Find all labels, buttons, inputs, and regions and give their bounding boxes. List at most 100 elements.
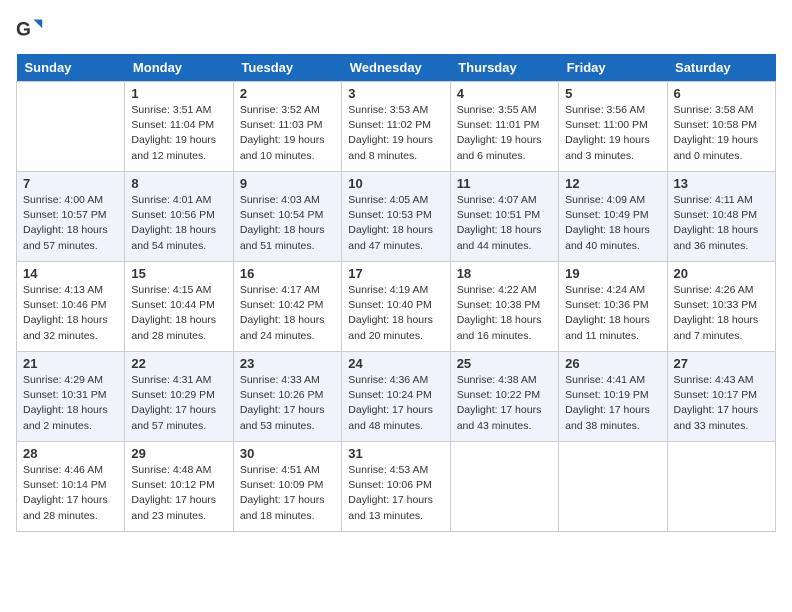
calendar-cell: [17, 82, 125, 172]
calendar-cell: 22 Sunrise: 4:31 AM Sunset: 10:29 PM Dayl…: [125, 352, 233, 442]
header-saturday: Saturday: [667, 54, 775, 82]
day-info: Sunrise: 4:05 AM Sunset: 10:53 PM Daylig…: [348, 193, 443, 254]
calendar-cell: 9 Sunrise: 4:03 AM Sunset: 10:54 PM Dayli…: [233, 172, 341, 262]
calendar-week-4: 21 Sunrise: 4:29 AM Sunset: 10:31 PM Dayl…: [17, 352, 776, 442]
day-info: Sunrise: 4:31 AM Sunset: 10:29 PM Daylig…: [131, 373, 226, 434]
calendar-cell: 20 Sunrise: 4:26 AM Sunset: 10:33 PM Dayl…: [667, 262, 775, 352]
day-number: 12: [565, 176, 660, 191]
calendar-cell: 23 Sunrise: 4:33 AM Sunset: 10:26 PM Dayl…: [233, 352, 341, 442]
day-info: Sunrise: 4:46 AM Sunset: 10:14 PM Daylig…: [23, 463, 118, 524]
logo: G: [16, 16, 48, 44]
day-number: 3: [348, 86, 443, 101]
calendar-table: SundayMondayTuesdayWednesdayThursdayFrid…: [16, 54, 776, 532]
calendar-week-1: 1Sunrise: 3:51 AM Sunset: 11:04 PM Dayli…: [17, 82, 776, 172]
calendar-cell: 14Sunrise: 4:13 AM Sunset: 10:46 PM Dayl…: [17, 262, 125, 352]
day-info: Sunrise: 4:38 AM Sunset: 10:22 PM Daylig…: [457, 373, 552, 434]
day-number: 2: [240, 86, 335, 101]
calendar-header: SundayMondayTuesdayWednesdayThursdayFrid…: [17, 54, 776, 82]
calendar-cell: 17 Sunrise: 4:19 AM Sunset: 10:40 PM Dayl…: [342, 262, 450, 352]
day-info: Sunrise: 4:11 AM Sunset: 10:48 PM Daylig…: [674, 193, 769, 254]
day-info: Sunrise: 3:56 AM Sunset: 11:00 PM Daylig…: [565, 103, 660, 164]
calendar-week-2: 7Sunrise: 4:00 AM Sunset: 10:57 PM Dayli…: [17, 172, 776, 262]
day-info: Sunrise: 4:03 AM Sunset: 10:54 PM Daylig…: [240, 193, 335, 254]
header-thursday: Thursday: [450, 54, 558, 82]
day-number: 17: [348, 266, 443, 281]
day-number: 23: [240, 356, 335, 371]
calendar-cell: [450, 442, 558, 532]
day-info: Sunrise: 4:07 AM Sunset: 10:51 PM Daylig…: [457, 193, 552, 254]
header-tuesday: Tuesday: [233, 54, 341, 82]
day-info: Sunrise: 4:36 AM Sunset: 10:24 PM Daylig…: [348, 373, 443, 434]
day-number: 18: [457, 266, 552, 281]
day-info: Sunrise: 4:33 AM Sunset: 10:26 PM Daylig…: [240, 373, 335, 434]
calendar-cell: 7Sunrise: 4:00 AM Sunset: 10:57 PM Dayli…: [17, 172, 125, 262]
calendar-cell: 30Sunrise: 4:51 AM Sunset: 10:09 PM Dayl…: [233, 442, 341, 532]
day-info: Sunrise: 3:52 AM Sunset: 11:03 PM Daylig…: [240, 103, 335, 164]
day-number: 21: [23, 356, 118, 371]
day-info: Sunrise: 4:41 AM Sunset: 10:19 PM Daylig…: [565, 373, 660, 434]
day-number: 1: [131, 86, 226, 101]
calendar-cell: [559, 442, 667, 532]
day-number: 8: [131, 176, 226, 191]
calendar-cell: 27 Sunrise: 4:43 AM Sunset: 10:17 PM Dayl…: [667, 352, 775, 442]
calendar-cell: 13 Sunrise: 4:11 AM Sunset: 10:48 PM Dayl…: [667, 172, 775, 262]
day-number: 14: [23, 266, 118, 281]
day-number: 19: [565, 266, 660, 281]
day-number: 16: [240, 266, 335, 281]
calendar-cell: [667, 442, 775, 532]
day-info: Sunrise: 4:17 AM Sunset: 10:42 PM Daylig…: [240, 283, 335, 344]
day-number: 25: [457, 356, 552, 371]
calendar-cell: 26 Sunrise: 4:41 AM Sunset: 10:19 PM Dayl…: [559, 352, 667, 442]
calendar-cell: 3 Sunrise: 3:53 AM Sunset: 11:02 PM Dayli…: [342, 82, 450, 172]
calendar-cell: 16 Sunrise: 4:17 AM Sunset: 10:42 PM Dayl…: [233, 262, 341, 352]
day-number: 5: [565, 86, 660, 101]
day-number: 22: [131, 356, 226, 371]
calendar-cell: 29Sunrise: 4:48 AM Sunset: 10:12 PM Dayl…: [125, 442, 233, 532]
svg-text:G: G: [16, 19, 31, 40]
day-number: 9: [240, 176, 335, 191]
header-row: SundayMondayTuesdayWednesdayThursdayFrid…: [17, 54, 776, 82]
day-info: Sunrise: 4:29 AM Sunset: 10:31 PM Daylig…: [23, 373, 118, 434]
calendar-week-3: 14Sunrise: 4:13 AM Sunset: 10:46 PM Dayl…: [17, 262, 776, 352]
page-header: G: [16, 16, 776, 44]
header-friday: Friday: [559, 54, 667, 82]
day-number: 28: [23, 446, 118, 461]
calendar-cell: 19Sunrise: 4:24 AM Sunset: 10:36 PM Dayl…: [559, 262, 667, 352]
calendar-cell: 25 Sunrise: 4:38 AM Sunset: 10:22 PM Dayl…: [450, 352, 558, 442]
day-info: Sunrise: 4:15 AM Sunset: 10:44 PM Daylig…: [131, 283, 226, 344]
calendar-cell: 28 Sunrise: 4:46 AM Sunset: 10:14 PM Dayl…: [17, 442, 125, 532]
calendar-cell: 18 Sunrise: 4:22 AM Sunset: 10:38 PM Dayl…: [450, 262, 558, 352]
day-info: Sunrise: 4:26 AM Sunset: 10:33 PM Daylig…: [674, 283, 769, 344]
header-wednesday: Wednesday: [342, 54, 450, 82]
day-info: Sunrise: 4:48 AM Sunset: 10:12 PM Daylig…: [131, 463, 226, 524]
day-number: 7: [23, 176, 118, 191]
calendar-cell: 31Sunrise: 4:53 AM Sunset: 10:06 PM Dayl…: [342, 442, 450, 532]
day-number: 24: [348, 356, 443, 371]
header-monday: Monday: [125, 54, 233, 82]
calendar-cell: 5 Sunrise: 3:56 AM Sunset: 11:00 PM Dayli…: [559, 82, 667, 172]
day-info: Sunrise: 4:43 AM Sunset: 10:17 PM Daylig…: [674, 373, 769, 434]
logo-icon: G: [16, 16, 44, 44]
day-info: Sunrise: 4:19 AM Sunset: 10:40 PM Daylig…: [348, 283, 443, 344]
day-info: Sunrise: 4:22 AM Sunset: 10:38 PM Daylig…: [457, 283, 552, 344]
calendar-cell: 24 Sunrise: 4:36 AM Sunset: 10:24 PM Dayl…: [342, 352, 450, 442]
calendar-cell: 11 Sunrise: 4:07 AM Sunset: 10:51 PM Dayl…: [450, 172, 558, 262]
header-sunday: Sunday: [17, 54, 125, 82]
day-number: 11: [457, 176, 552, 191]
day-info: Sunrise: 3:53 AM Sunset: 11:02 PM Daylig…: [348, 103, 443, 164]
day-info: Sunrise: 4:01 AM Sunset: 10:56 PM Daylig…: [131, 193, 226, 254]
calendar-cell: 12 Sunrise: 4:09 AM Sunset: 10:49 PM Dayl…: [559, 172, 667, 262]
day-number: 10: [348, 176, 443, 191]
calendar-cell: 4Sunrise: 3:55 AM Sunset: 11:01 PM Dayli…: [450, 82, 558, 172]
calendar-body: 1Sunrise: 3:51 AM Sunset: 11:04 PM Dayli…: [17, 82, 776, 532]
day-number: 20: [674, 266, 769, 281]
calendar-cell: 1Sunrise: 3:51 AM Sunset: 11:04 PM Dayli…: [125, 82, 233, 172]
day-number: 4: [457, 86, 552, 101]
day-number: 6: [674, 86, 769, 101]
calendar-cell: 21 Sunrise: 4:29 AM Sunset: 10:31 PM Dayl…: [17, 352, 125, 442]
day-number: 13: [674, 176, 769, 191]
day-info: Sunrise: 4:09 AM Sunset: 10:49 PM Daylig…: [565, 193, 660, 254]
day-info: Sunrise: 3:58 AM Sunset: 10:58 PM Daylig…: [674, 103, 769, 164]
day-number: 26: [565, 356, 660, 371]
day-number: 27: [674, 356, 769, 371]
